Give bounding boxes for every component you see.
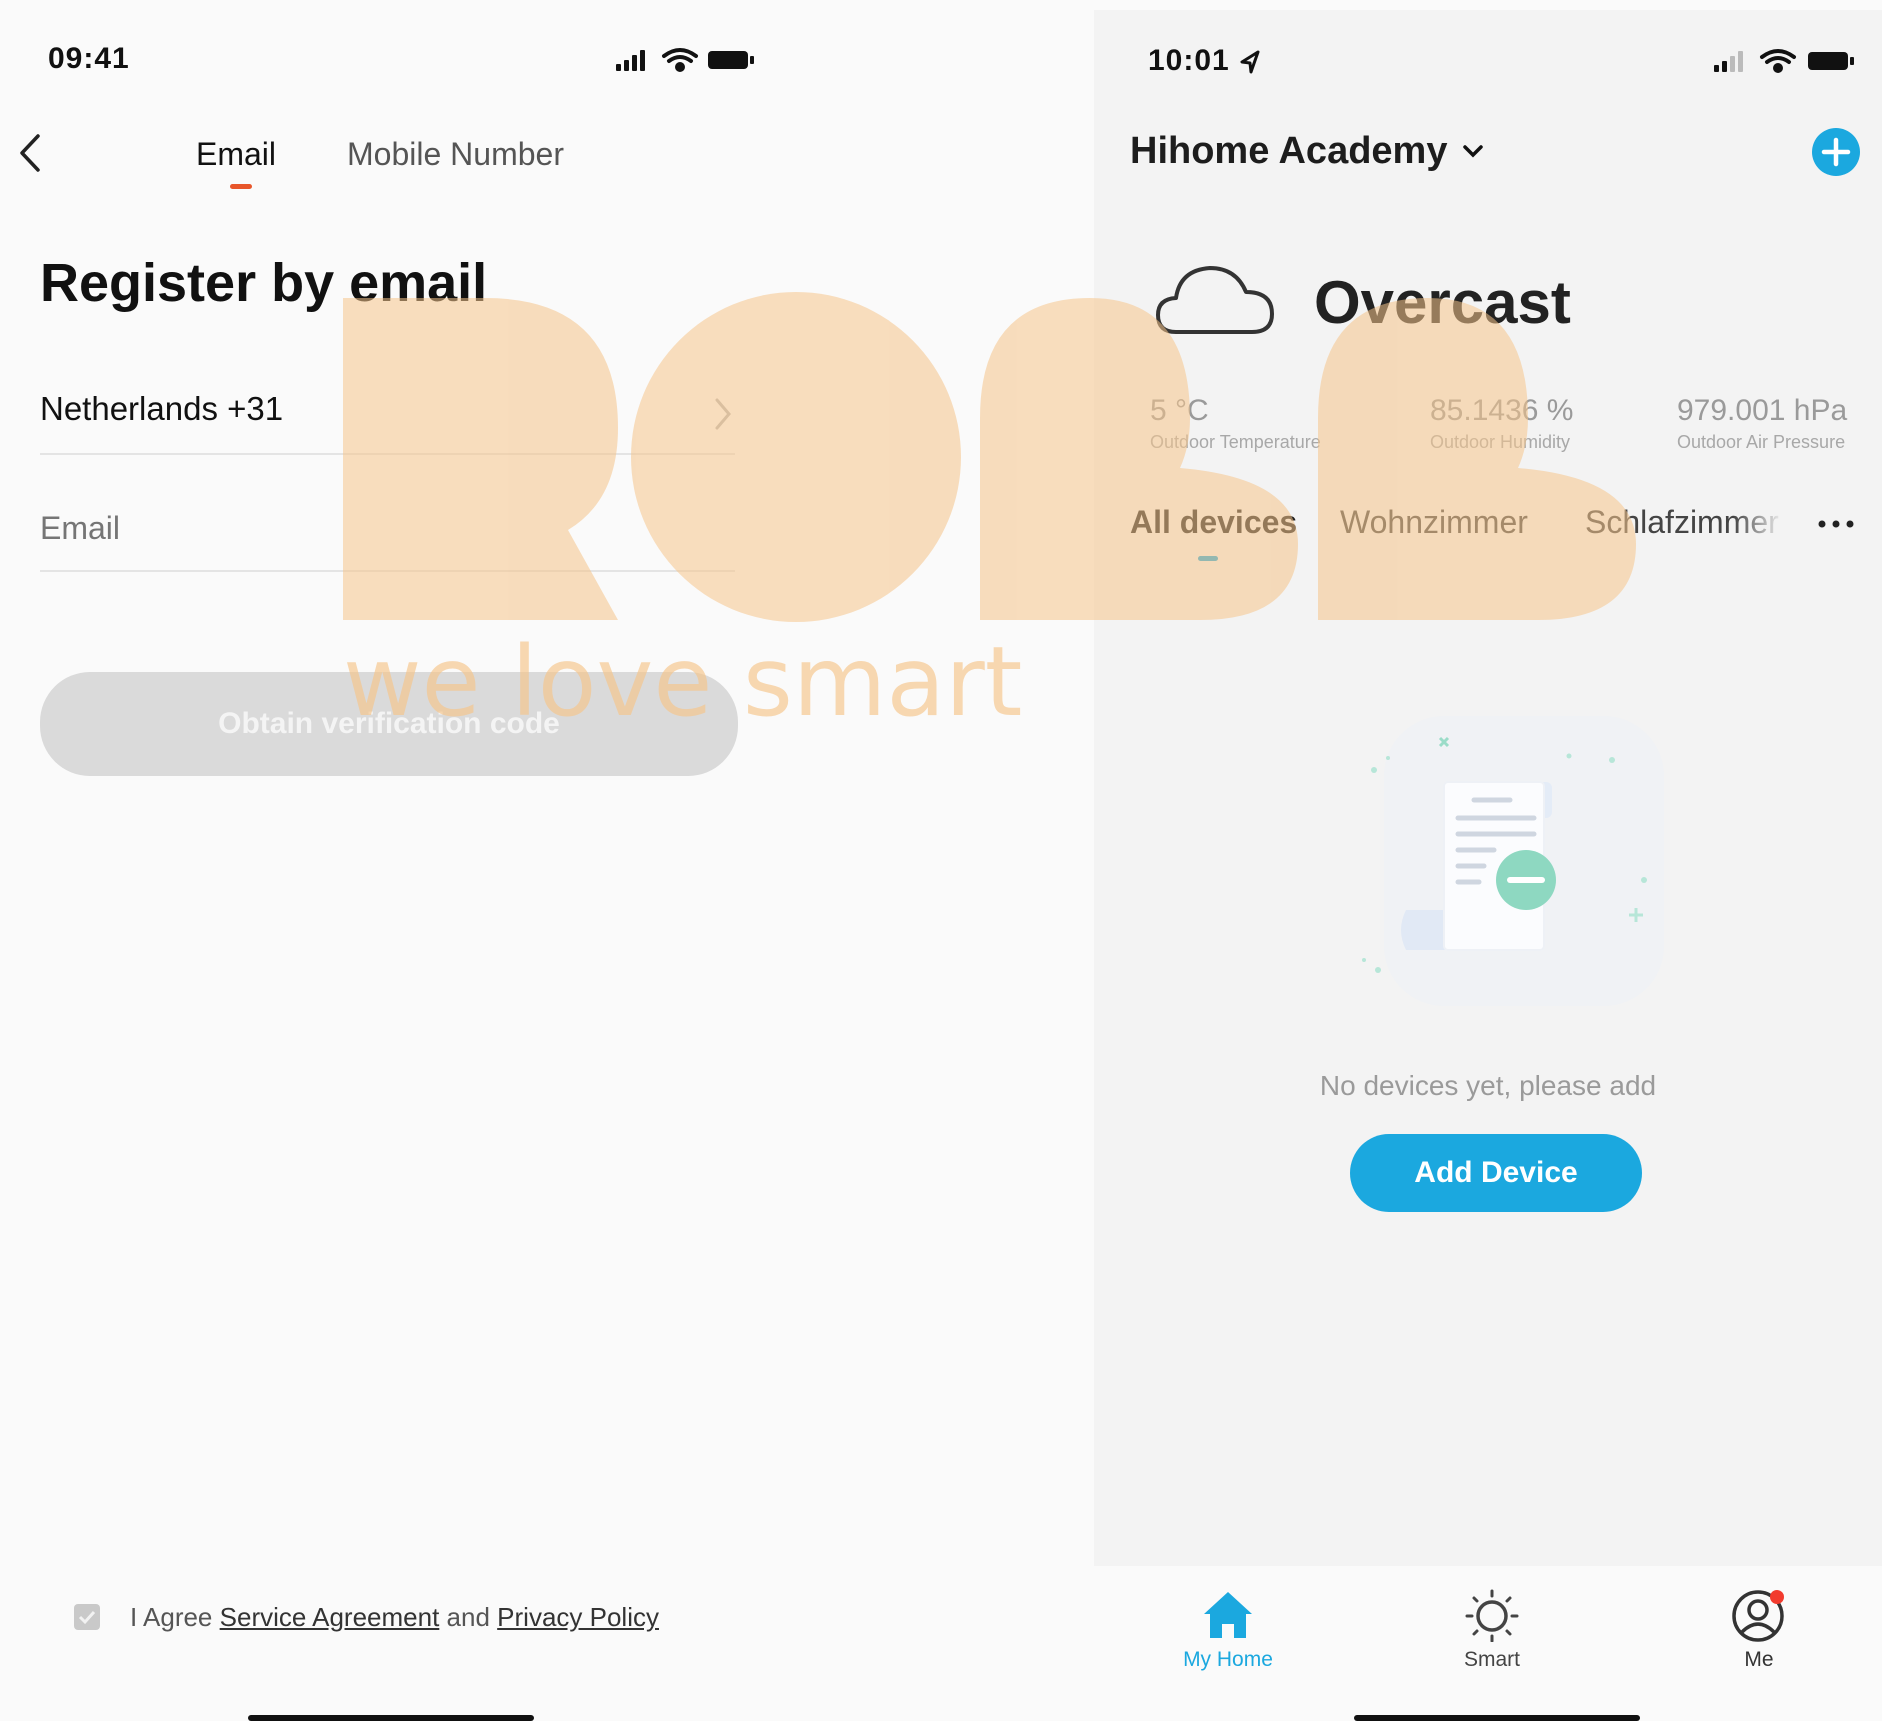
tab-wohnzimmer[interactable]: Wohnzimmer: [1340, 504, 1528, 541]
tab-email-indicator: [230, 184, 252, 189]
check-icon: [78, 1610, 96, 1625]
location-arrow-icon: [1240, 50, 1260, 74]
signal-icon: [616, 50, 645, 71]
wifi-icon: [1760, 49, 1796, 73]
nav-label: Smart: [1463, 1648, 1520, 1671]
stat-label: Outdoor Humidity: [1430, 432, 1571, 452]
status-time: 10:01: [1148, 44, 1230, 77]
stat-value: 5 °C: [1150, 394, 1209, 427]
page-title: Register by email: [40, 253, 488, 313]
status-icons: [1714, 49, 1854, 73]
stat-value: 85.1436 %: [1430, 394, 1574, 427]
nav-label: My Home: [1183, 1648, 1273, 1671]
divider: [40, 453, 735, 455]
weather-stat-temperature: 5 °C Outdoor Temperature: [1150, 394, 1321, 453]
nav-my-home[interactable]: My Home: [1168, 1588, 1288, 1672]
email-input[interactable]: [40, 500, 730, 556]
home-indicator: [1354, 1715, 1640, 1721]
empty-document-illustration: [1362, 716, 1664, 1006]
home-indicator: [248, 1715, 534, 1721]
country-code: Netherlands +31: [40, 390, 284, 427]
add-device-button[interactable]: Add Device: [1350, 1134, 1642, 1212]
stat-label: Outdoor Air Pressure: [1677, 432, 1846, 452]
sun-icon: [1465, 1589, 1519, 1642]
and-label: and: [446, 1602, 490, 1632]
nav-smart[interactable]: Smart: [1437, 1588, 1547, 1672]
wifi-icon: [662, 48, 698, 72]
bottom-nav: My Home Smart Me: [1094, 1566, 1882, 1719]
country-selector[interactable]: Netherlands +31: [40, 390, 735, 454]
agree-checkbox[interactable]: [74, 1604, 100, 1630]
register-screen: 09:41 Email Mobile Number Register by em…: [0, 0, 1094, 1721]
stat-value: 979.001 hPa: [1677, 394, 1848, 427]
weather-condition: Overcast: [1314, 269, 1571, 336]
signal-icon: [1714, 51, 1743, 72]
tab-mobile-number[interactable]: Mobile Number: [347, 136, 564, 173]
status-time: 09:41: [48, 42, 130, 75]
status-icons: [616, 48, 754, 72]
chevron-down-icon: [1463, 144, 1484, 157]
home-selector[interactable]: Hihome Academy: [1130, 130, 1487, 173]
battery-icon: [708, 51, 754, 69]
agree-label: I Agree: [130, 1602, 213, 1632]
room-tab-indicator: [1198, 556, 1218, 561]
battery-icon: [1808, 52, 1854, 70]
home-screen: 10:01 Hihome Academy Overcast 5 °C Outdo…: [1094, 10, 1882, 1721]
weather-stat-pressure: 979.001 hPa Outdoor Air Pressure: [1677, 394, 1847, 453]
user-profile-icon: [1732, 1590, 1784, 1642]
tab-schlafzimmer[interactable]: Schlafzimmer: [1585, 504, 1783, 541]
cloud-icon: [1156, 266, 1274, 334]
notification-dot: [1770, 1590, 1784, 1604]
service-agreement-link[interactable]: Service Agreement: [220, 1602, 440, 1632]
add-plus-icon[interactable]: [1810, 126, 1862, 178]
tab-all-devices[interactable]: All devices: [1130, 504, 1297, 541]
stat-label: Outdoor Temperature: [1150, 432, 1321, 452]
nav-label: Me: [1744, 1648, 1774, 1671]
nav-me[interactable]: Me: [1714, 1588, 1804, 1672]
agreement-text: I Agree Service Agreement and Privacy Po…: [130, 1602, 659, 1633]
home-name: Hihome Academy: [1130, 130, 1448, 172]
empty-state-text: No devices yet, please add: [1319, 1070, 1657, 1101]
obtain-verification-code-button[interactable]: Obtain verification code: [40, 672, 738, 776]
back-chevron-icon[interactable]: [16, 132, 46, 174]
more-dots-icon[interactable]: [1816, 514, 1860, 534]
weather-stat-humidity: 85.1436 % Outdoor Humidity: [1430, 394, 1573, 453]
privacy-policy-link[interactable]: Privacy Policy: [497, 1602, 659, 1632]
tab-email[interactable]: Email: [196, 136, 276, 173]
home-icon: [1204, 1592, 1252, 1638]
chevron-right-icon: [715, 398, 731, 430]
divider: [40, 570, 735, 572]
